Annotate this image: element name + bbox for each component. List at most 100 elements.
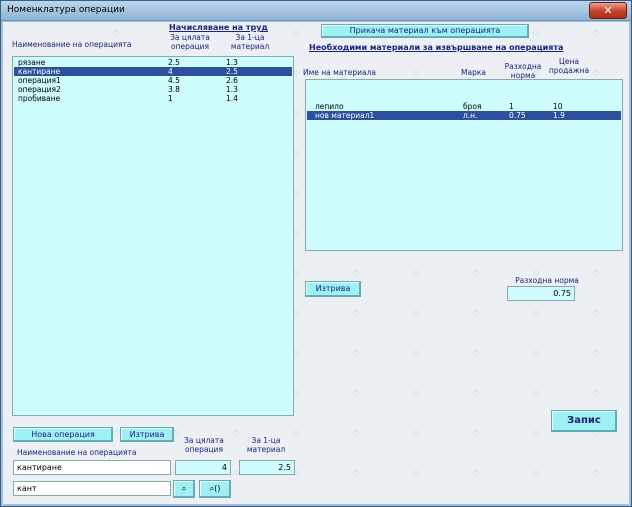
attach-material-button[interactable]: Прикача материал към операцията — [321, 24, 529, 38]
operations-list[interactable]: рязане 2.5 1.3 кантиране 4 2.5 операция1 4.5 2.6… — [12, 56, 294, 416]
watermark-mark: ◇ — [413, 428, 420, 437]
watermark-mark: ◇ — [593, 388, 600, 397]
cell-norm: 1 — [509, 102, 514, 111]
materials-col-name: Име на материала — [303, 68, 377, 77]
watermark-mark: ◇ — [293, 428, 300, 437]
watermark-mark: ◇ — [473, 388, 480, 397]
watermark-mark: ◇ — [473, 468, 480, 477]
table-row[interactable]: пробиване 1 1.4 — [14, 94, 292, 103]
watermark-mark: ◇ — [353, 468, 360, 477]
watermark-mark: ◇ — [413, 388, 420, 397]
watermark-mark: ◇ — [533, 388, 540, 397]
cell-whole: 2.5 — [168, 58, 180, 67]
editor-name-label: Наименование на операцията — [17, 448, 137, 457]
watermark-mark: ◇ — [473, 428, 480, 437]
watermark-mark: ◇ — [353, 348, 360, 357]
watermark-mark: ◇ — [413, 268, 420, 277]
cell-unit: 1.4 — [226, 94, 238, 103]
watermark-mark: ◇ — [413, 468, 420, 477]
cell-unit: 1.3 — [226, 85, 238, 94]
binoculars-icon: ⌕ — [181, 484, 187, 493]
materials-col-norm: Разходна норма — [504, 62, 542, 80]
search-input[interactable] — [13, 481, 171, 496]
watermark-mark: ◇ — [113, 428, 120, 437]
watermark-mark: ◇ — [533, 308, 540, 317]
table-row[interactable]: операция1 4.5 2.6 — [14, 76, 292, 85]
materials-col-price: Цена продажна — [548, 57, 590, 75]
materials-list[interactable]: лепило броя 1 10 нов материал1 л.н. 0.75 1.9 — [305, 79, 623, 251]
cell-unit: 2.5 — [226, 67, 238, 76]
labor-col-whole: За цялата операция — [170, 33, 210, 51]
cell-whole: 4.5 — [168, 76, 180, 85]
watermark-mark: ◇ — [353, 268, 360, 277]
client-area: ◇ ◇ ◇ ◇ ◇ ◇ ◇ ◇ ◇ ◇ ◇ ◇ ◇ ◇ ◇ ◇ ◇ ◇ ◇ ◇ ◇ ◇ ◇ ◇ ◇ ◇ ◇ ◇ ◇ ◇ ◇ ◇ ◇ ◇ ◇ ◇ ◇ ◇ ◇ ◇… — [3, 22, 629, 504]
delete-material-button[interactable]: Изтрива — [305, 281, 361, 297]
editor-whole-label: За цялата операция — [184, 436, 224, 454]
delete-operation-button[interactable]: Изтрива — [120, 427, 174, 442]
new-operation-button[interactable]: Нова операция — [13, 427, 113, 442]
cell-name: кантиране — [18, 67, 61, 76]
watermark-mark: ◇ — [533, 28, 540, 37]
watermark-mark: ◇ — [353, 428, 360, 437]
watermark-mark: ◇ — [413, 68, 420, 77]
cell-whole: 3.8 — [168, 85, 180, 94]
cell-price: 1.9 — [553, 111, 565, 120]
save-button[interactable]: Запис — [551, 410, 617, 432]
cell-name: лепило — [315, 102, 344, 111]
norm-label: Разходна норма — [515, 276, 579, 285]
watermark-mark: ◇ — [593, 28, 600, 37]
labor-col-unit: За 1-ца материал — [230, 33, 270, 51]
search-button[interactable]: ⌕ — [173, 480, 195, 498]
watermark-mark: ◇ — [593, 268, 600, 277]
binoculars-next-icon: ⌕() — [209, 484, 221, 493]
watermark-mark: ◇ — [593, 468, 600, 477]
watermark-mark: ◇ — [293, 28, 300, 37]
operation-name-input[interactable] — [13, 460, 171, 475]
cell-unit: 1.3 — [226, 58, 238, 67]
watermark-mark: ◇ — [533, 428, 540, 437]
per-unit-input[interactable] — [239, 460, 295, 475]
watermark-mark: ◇ — [593, 68, 600, 77]
watermark-mark: ◇ — [593, 348, 600, 357]
watermark-mark: ◇ — [533, 348, 540, 357]
watermark-mark: ◇ — [413, 308, 420, 317]
watermark-mark: ◇ — [593, 308, 600, 317]
window-title: Номенклатура операции — [7, 5, 125, 15]
labor-header: Начисляване на труд — [169, 23, 268, 32]
watermark-mark: ◇ — [113, 28, 120, 37]
norm-input[interactable] — [507, 286, 575, 301]
watermark-mark: ◇ — [533, 468, 540, 477]
cell-price: 10 — [553, 102, 563, 111]
materials-col-unit: Марка — [461, 68, 486, 77]
watermark-mark: ◇ — [413, 348, 420, 357]
whole-operation-input[interactable] — [175, 460, 231, 475]
table-row[interactable]: нов материал1 л.н. 0.75 1.9 — [307, 111, 621, 120]
cell-name: пробиване — [18, 94, 61, 103]
editor-unit-label: За 1-ца материал — [246, 436, 286, 454]
cell-norm: 0.75 — [509, 111, 526, 120]
cell-name: нов материал1 — [315, 111, 375, 120]
watermark-mark: ◇ — [473, 348, 480, 357]
close-button[interactable]: ✕ — [589, 2, 627, 19]
labor-col-name: Наименование на операцията — [12, 40, 132, 49]
search-next-button[interactable]: ⌕() — [199, 480, 231, 498]
watermark-mark: ◇ — [353, 308, 360, 317]
materials-header: Необходими материали за извършване на оп… — [309, 43, 564, 52]
title-bar[interactable]: Номенклатура операции ✕ — [1, 1, 631, 21]
cell-unit: броя — [463, 102, 482, 111]
watermark-mark: ◇ — [473, 268, 480, 277]
cell-whole: 4 — [168, 67, 173, 76]
table-row[interactable]: кантиране 4 2.5 — [14, 67, 292, 76]
cell-unit: л.н. — [463, 111, 478, 120]
close-icon: ✕ — [603, 4, 613, 17]
cell-unit: 2.6 — [226, 76, 238, 85]
watermark-mark: ◇ — [473, 308, 480, 317]
cell-whole: 1 — [168, 94, 173, 103]
watermark-mark: ◇ — [353, 388, 360, 397]
operations-window: Номенклатура операции ✕ ◇ ◇ ◇ ◇ ◇ ◇ ◇ ◇ ◇ ◇ ◇ ◇ ◇ ◇ ◇ ◇… — [0, 0, 632, 507]
table-row[interactable]: лепило броя 1 10 — [307, 102, 621, 111]
table-row[interactable]: операция2 3.8 1.3 — [14, 85, 292, 94]
cell-name: операция1 — [18, 76, 61, 85]
table-row[interactable]: рязане 2.5 1.3 — [14, 58, 292, 67]
cell-name: рязане — [18, 58, 46, 67]
